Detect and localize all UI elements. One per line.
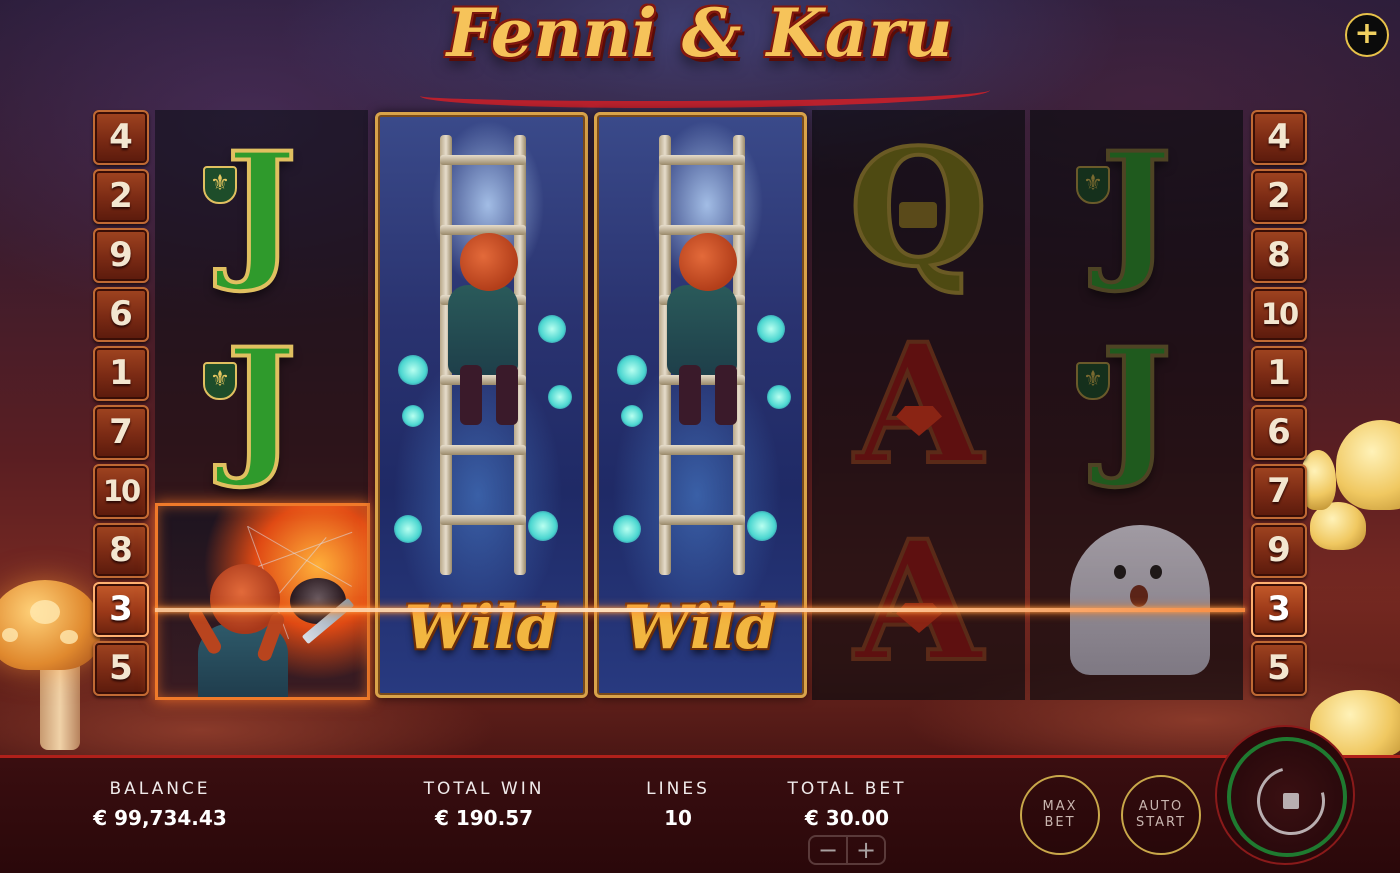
ghost-icon bbox=[1070, 525, 1210, 675]
lines-value: 10 bbox=[664, 806, 692, 830]
payline-number[interactable]: 5 bbox=[1251, 641, 1307, 696]
symbol-j: J ⚜ bbox=[1030, 306, 1243, 502]
payline-number[interactable]: 1 bbox=[1251, 346, 1307, 401]
payline-number[interactable]: 2 bbox=[1251, 169, 1307, 224]
symbol-a: A bbox=[812, 503, 1025, 699]
payline-number-active[interactable]: 3 bbox=[1251, 582, 1307, 637]
auto-start-button[interactable]: AUTO START bbox=[1121, 775, 1201, 855]
bet-decrease-button[interactable]: − bbox=[810, 837, 848, 863]
auto-start-label-1: AUTO bbox=[1138, 799, 1184, 814]
bet-increase-button[interactable]: + bbox=[848, 837, 884, 863]
climbing-girl bbox=[448, 285, 518, 375]
total-bet-value: € 30.00 bbox=[804, 806, 890, 830]
lines-label: LINES bbox=[646, 779, 710, 799]
symbol-a-letter: A bbox=[852, 306, 984, 501]
payline-number[interactable]: 2 bbox=[93, 169, 149, 224]
spin-button[interactable] bbox=[1227, 737, 1347, 857]
payline-number[interactable]: 5 bbox=[93, 641, 149, 696]
symbol-j: J ⚜ bbox=[155, 110, 368, 306]
payline-numbers-left: 4 2 9 6 1 7 10 8 3 5 bbox=[93, 110, 149, 700]
symbol-j-letter: J bbox=[1099, 120, 1174, 296]
symbol-fenni-scatter bbox=[155, 503, 370, 700]
fleur-de-lis-icon: ⚜ bbox=[1076, 166, 1110, 204]
mushroom-cap-left bbox=[0, 580, 100, 670]
payline-number[interactable]: 9 bbox=[93, 228, 149, 283]
fleur-de-lis-icon: ⚜ bbox=[203, 166, 237, 204]
total-bet-display: TOTAL BET € 30.00 bbox=[772, 779, 922, 830]
total-bet-label: TOTAL BET bbox=[787, 779, 907, 799]
symbol-q: Q bbox=[812, 110, 1025, 306]
plus-icon[interactable]: + bbox=[1345, 13, 1389, 57]
symbol-j-letter: J bbox=[1099, 316, 1174, 492]
spin-button-frame bbox=[1215, 725, 1355, 865]
lines-display: LINES 10 bbox=[628, 779, 728, 830]
symbol-j-letter: J bbox=[224, 120, 299, 296]
mushroom-right-large bbox=[1336, 420, 1400, 510]
payline-numbers-right: 4 2 8 10 1 6 7 9 3 5 bbox=[1251, 110, 1307, 700]
symbol-j: J ⚜ bbox=[1030, 110, 1243, 306]
payline-number[interactable]: 9 bbox=[1251, 523, 1307, 578]
payline-number[interactable]: 8 bbox=[1251, 228, 1307, 283]
fleur-de-lis-icon: ⚜ bbox=[203, 362, 237, 400]
payline-number-active[interactable]: 3 bbox=[93, 582, 149, 637]
payline-number[interactable]: 8 bbox=[93, 523, 149, 578]
total-win-value: € 190.57 bbox=[434, 806, 534, 830]
winning-payline bbox=[155, 608, 1245, 612]
payline-number[interactable]: 1 bbox=[93, 346, 149, 401]
payline-number[interactable]: 10 bbox=[1251, 287, 1307, 342]
wild-label: Wild bbox=[623, 593, 778, 663]
payline-number[interactable]: 4 bbox=[93, 110, 149, 165]
auto-start-label-2: START bbox=[1135, 815, 1187, 830]
symbol-ghost bbox=[1030, 503, 1243, 699]
total-win-label: TOTAL WIN bbox=[423, 779, 545, 799]
wild-label: Wild bbox=[404, 593, 559, 663]
symbol-j: J ⚜ bbox=[155, 306, 368, 502]
stop-icon bbox=[1283, 793, 1299, 809]
balance-value: € 99,734.43 bbox=[93, 806, 227, 830]
payline-number[interactable]: 6 bbox=[93, 287, 149, 342]
crown-icon bbox=[899, 202, 937, 228]
symbol-a: A bbox=[812, 306, 1025, 502]
bet-stepper: − + bbox=[808, 835, 886, 865]
payline-number[interactable]: 4 bbox=[1251, 110, 1307, 165]
max-bet-label-2: BET bbox=[1044, 815, 1076, 830]
fleur-de-lis-icon: ⚜ bbox=[1076, 362, 1110, 400]
payline-number[interactable]: 7 bbox=[1251, 464, 1307, 519]
balance-display: BALANCE € 99,734.43 bbox=[80, 779, 240, 830]
payline-number[interactable]: 10 bbox=[93, 464, 149, 519]
payline-number[interactable]: 6 bbox=[1251, 405, 1307, 460]
max-bet-button[interactable]: MAX BET bbox=[1020, 775, 1100, 855]
symbol-j-letter: J bbox=[224, 316, 299, 492]
symbol-a-letter: A bbox=[852, 503, 984, 698]
climbing-girl bbox=[667, 285, 737, 375]
balance-label: BALANCE bbox=[109, 779, 211, 799]
total-win-display: TOTAL WIN € 190.57 bbox=[404, 779, 564, 830]
payline-number[interactable]: 7 bbox=[93, 405, 149, 460]
max-bet-label-1: MAX bbox=[1042, 799, 1078, 814]
